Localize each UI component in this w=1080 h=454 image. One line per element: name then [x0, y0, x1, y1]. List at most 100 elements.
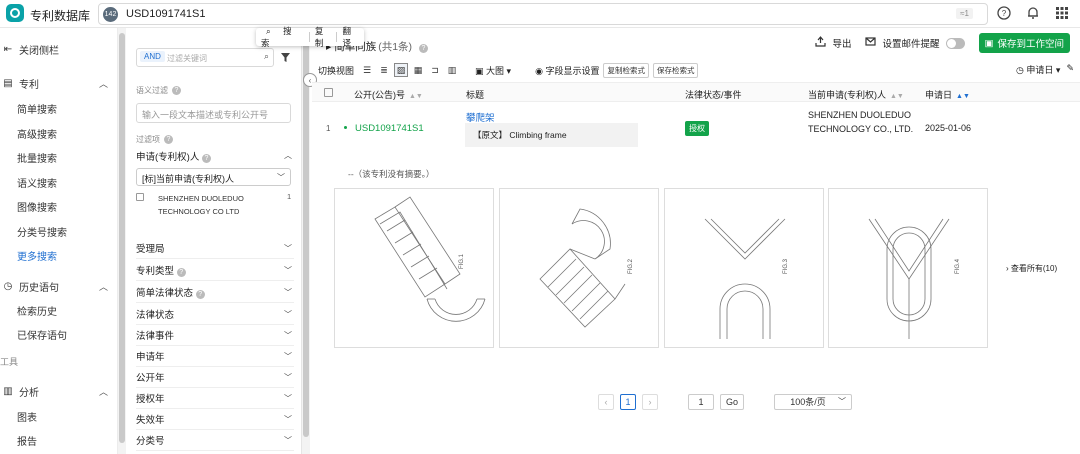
applicant-option-label[interactable]: SHENZHEN DUOLEDUO TECHNOLOGY CO LTD [158, 192, 268, 218]
pin-icon[interactable]: ✎ [1066, 63, 1074, 76]
filter-section-publication-year[interactable]: 公开年 ﹀ [136, 367, 294, 388]
nav-item-classification-search[interactable]: 分类号搜索 [0, 220, 118, 242]
column-pub-no[interactable]: 公开(公告)号 ▲▼ [354, 88, 423, 101]
export-button[interactable]: 导出 [832, 36, 851, 50]
next-page-button[interactable]: › [642, 394, 658, 410]
patent-figure-2[interactable]: FIG.2 [499, 188, 659, 348]
applicant-field-select[interactable]: [标]当前申请(专利权)人 ﹀ [136, 168, 291, 186]
nav-item-simple-search[interactable]: 简单搜索 [0, 97, 118, 119]
filter-section-grant-year[interactable]: 授权年 ﹀ [136, 388, 294, 409]
semantic-filter-input[interactable]: 输入一段文本描述或专利公开号 [136, 103, 291, 123]
scrollbar-thumb[interactable] [303, 33, 309, 437]
chart-view-icon[interactable]: ▥ [445, 63, 459, 77]
tree-view-icon[interactable]: ⊐ [428, 63, 442, 77]
nav-item-saved-queries[interactable]: 已保存语句 [0, 323, 118, 345]
nav-group-analysis[interactable]: ▥ 分析 ︿ [0, 380, 118, 402]
help-icon[interactable]: ? [996, 5, 1012, 21]
help-icon[interactable]: ? [418, 44, 428, 53]
nav-item-image-search[interactable]: 图像搜索 [0, 195, 118, 217]
patent-figure-3[interactable]: FIG.3 [664, 188, 824, 348]
nav-item-advanced-search[interactable]: 高级搜索 [0, 122, 118, 144]
help-icon[interactable]: ? [201, 153, 211, 163]
chevron-down-icon: ﹀ [277, 173, 285, 182]
help-icon[interactable]: ? [164, 135, 173, 144]
popover-translate-button[interactable]: 翻译 [337, 25, 364, 49]
export-icon[interactable] [815, 36, 827, 50]
filter-panel-scrollbar[interactable] [302, 28, 310, 454]
filter-section-simple-legal-status[interactable]: 简单法律状态 ? ﹀ [136, 282, 294, 303]
view-all-figures-link[interactable]: › 查看所有(10) [1006, 263, 1057, 274]
filter-section-label: 受理局 [136, 244, 165, 255]
goto-page-input[interactable]: 1 [688, 394, 714, 410]
save-to-workspace-button[interactable]: ▣ 保存到工作空间 [978, 33, 1070, 53]
email-alert-toggle[interactable] [945, 37, 965, 49]
figure-label: FIG.4 [955, 258, 961, 274]
nav-item-reports[interactable]: 报告 [0, 429, 118, 451]
field-settings-button[interactable]: ◉ 字段显示设置 [535, 64, 599, 77]
help-icon[interactable]: ? [172, 86, 181, 95]
page-size-select[interactable]: 100条/页 ﹀ [774, 394, 853, 410]
nav-item-charts[interactable]: 图表 [0, 405, 118, 427]
nav-item-more-search[interactable]: 更多搜索 [0, 244, 118, 266]
applicant-option-checkbox[interactable] [136, 193, 144, 201]
nav-group-patent[interactable]: ▤ 专利 ︿ [0, 72, 118, 94]
row-title-link[interactable]: 攀爬架 [466, 110, 495, 124]
filter-section-legal-event[interactable]: 法律事件 ﹀ [136, 325, 294, 346]
filter-section-applicant[interactable]: 申请(专利权)人 ? ︿ [136, 145, 294, 166]
image-view-icon[interactable]: ▨ [394, 63, 409, 77]
filter-section-expiry-year[interactable]: 失效年 ﹀ [136, 409, 294, 430]
column-title: 标题 [466, 88, 484, 101]
detail-list-view-icon[interactable]: ≣ [377, 63, 391, 77]
nav-item-search-history[interactable]: 检索历史 [0, 299, 118, 321]
search-icon[interactable]: ⌕ [264, 51, 269, 62]
filter-keyword-input[interactable]: 过滤关键词 [167, 53, 207, 64]
sort-icon[interactable]: ▲▼ [409, 93, 423, 100]
current-page-button[interactable]: 1 [620, 394, 636, 410]
filter-section-patent-type[interactable]: 专利类型 ? ﹀ [136, 260, 294, 281]
column-applicant[interactable]: 当前申请(专利权)人 ▲▼ [808, 88, 904, 101]
column-application-date[interactable]: 申请日 ▲▼ [925, 88, 970, 101]
filter-section-label: 法律状态 [136, 310, 175, 321]
bell-icon[interactable] [1025, 5, 1041, 21]
list-view-icon[interactable]: ☰ [360, 63, 374, 77]
nav-item-semantic-search[interactable]: 语义搜索 [0, 171, 118, 193]
copy-query-button[interactable]: 复制检索式 [603, 62, 649, 78]
popover-search-button[interactable]: ⌕ 搜索 [256, 25, 309, 49]
search-scope-tag[interactable]: ≈1 [956, 8, 973, 19]
sort-icon[interactable]: ▲▼ [890, 93, 904, 100]
query-count-badge[interactable]: 142 [103, 7, 118, 22]
funnel-icon[interactable] [280, 52, 291, 66]
logic-and-tag[interactable]: AND [140, 51, 165, 62]
nav-group-history[interactable]: ◷ 历史语句 ︿ [0, 275, 118, 297]
filter-keyword-box[interactable]: AND 过滤关键词 ⌕ [136, 48, 274, 67]
select-all-checkbox[interactable] [324, 88, 333, 97]
search-input[interactable]: USD1091741S1 [126, 8, 206, 20]
help-icon[interactable]: ? [195, 290, 205, 299]
left-nav-scrollbar[interactable] [118, 28, 126, 454]
patent-figure-1[interactable]: FIG.1 [334, 188, 494, 348]
filter-section-application-year[interactable]: 申请年 ﹀ [136, 346, 294, 367]
search-bar[interactable]: 142 USD1091741S1 ≈1 [98, 3, 988, 25]
row-pub-no-link[interactable]: USD1091741S1 [355, 123, 424, 134]
filter-section-office[interactable]: 受理局 ﹀ [136, 238, 294, 259]
popover-copy-button[interactable]: 复制 [310, 25, 337, 49]
prev-page-button[interactable]: ‹ [598, 394, 614, 410]
filter-section-legal-status[interactable]: 法律状态 ﹀ [136, 304, 294, 325]
collapse-sidebar-button[interactable]: ⇤ 关闭侧栏 [0, 38, 118, 60]
sort-select[interactable]: ◷ 申请日 ▾ [1016, 63, 1060, 76]
grid-view-icon[interactable]: ▦ [411, 63, 425, 77]
sort-icon[interactable]: ▲▼ [956, 93, 970, 100]
nav-group-label: 历史语句 [19, 282, 59, 294]
apps-grid-icon[interactable] [1054, 5, 1070, 21]
nav-item-batch-search[interactable]: 批量搜索 [0, 146, 118, 168]
save-query-button[interactable]: 保存检索式 [652, 62, 699, 78]
help-icon[interactable]: ? [176, 268, 186, 277]
filter-section-classification[interactable]: 分类号 ﹀ [136, 430, 294, 451]
scrollbar-thumb[interactable] [119, 33, 125, 443]
left-nav: ⇤ 关闭侧栏 ▤ 专利 ︿ 简单搜索 高级搜索 批量搜索 语义搜索 图像搜索 分类号搜… [0, 28, 118, 454]
patent-figure-4[interactable]: FIG.4 [828, 188, 988, 348]
app-logo[interactable] [6, 4, 24, 22]
go-button[interactable]: Go [720, 394, 745, 410]
image-size-select[interactable]: ▣ 大图 ▾ [475, 64, 511, 77]
search-icon: ⌕ [266, 26, 271, 36]
